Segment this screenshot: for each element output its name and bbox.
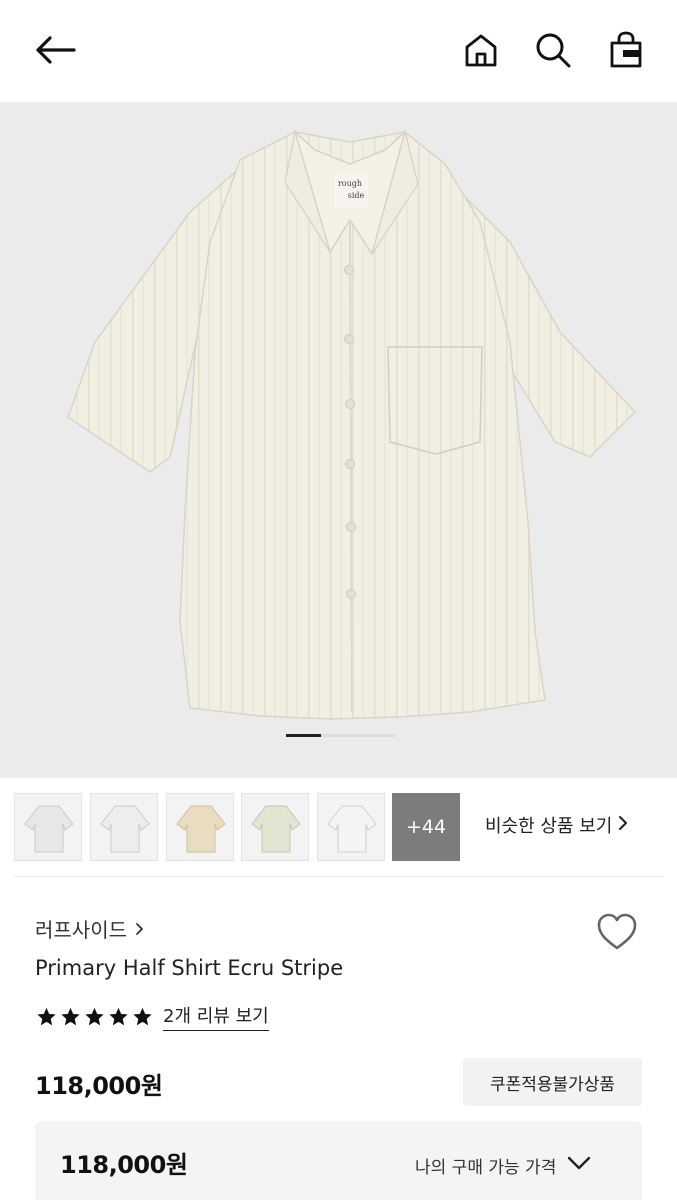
shirt-thumbnail xyxy=(176,805,226,853)
thumbnail-3[interactable] xyxy=(166,793,234,861)
my-price-toggle[interactable]: 나의 구매 가능 가격 xyxy=(415,1153,592,1178)
carousel-indicator-active xyxy=(286,734,321,737)
product-title: Primary Half Shirt Ecru Stripe xyxy=(35,956,344,980)
brand-name: 러프사이드 xyxy=(35,918,127,942)
my-price-label: 나의 구매 가능 가격 xyxy=(415,1158,557,1178)
brand-tag-label: side xyxy=(348,191,365,200)
wishlist-button[interactable] xyxy=(594,910,640,956)
shirt-thumbnail xyxy=(251,805,301,853)
more-images-button[interactable]: +44 xyxy=(392,793,460,861)
purchase-price: 118,000원 xyxy=(60,1151,188,1179)
more-images-count: +44 xyxy=(405,816,447,838)
star-icon xyxy=(61,1007,80,1025)
carousel-indicator xyxy=(286,734,396,737)
reviews-link[interactable]: 2개 리뷰 보기 xyxy=(163,1002,269,1031)
coupon-status-badge: 쿠폰적용불가상품 xyxy=(463,1058,642,1106)
similar-products-link[interactable]: 비슷한 상품 보기 xyxy=(485,812,628,838)
similar-products-label: 비슷한 상품 보기 xyxy=(485,816,613,837)
shirt-photo: rough side xyxy=(67,129,637,720)
thumbnail-4[interactable] xyxy=(241,793,309,861)
brand-link[interactable]: 러프사이드 xyxy=(35,914,144,943)
top-header xyxy=(0,0,677,102)
product-image-carousel[interactable]: rough side xyxy=(0,102,677,778)
shirt-thumbnail xyxy=(100,805,150,853)
cart-button[interactable] xyxy=(604,28,648,72)
back-button[interactable] xyxy=(33,28,77,72)
thumbnail-1[interactable] xyxy=(14,793,82,861)
home-icon xyxy=(463,32,499,68)
heart-icon xyxy=(594,913,640,960)
search-icon xyxy=(534,31,572,69)
thumbnail-2[interactable] xyxy=(90,793,158,861)
brand-tag-label: rough xyxy=(338,179,362,188)
rating-row: 2개 리뷰 보기 xyxy=(35,1002,269,1031)
arrow-left-icon xyxy=(34,35,76,65)
star-icon xyxy=(109,1007,128,1025)
home-button[interactable] xyxy=(459,28,503,72)
shopping-bag-icon xyxy=(608,31,644,69)
rating-stars xyxy=(35,1006,154,1028)
shirt-thumbnail xyxy=(327,805,377,853)
section-divider xyxy=(14,876,663,877)
thumbnail-5[interactable] xyxy=(317,793,385,861)
purchase-price-panel[interactable]: 118,000원 나의 구매 가능 가격 xyxy=(35,1121,642,1200)
star-icon xyxy=(133,1007,152,1025)
product-price: 118,000원 xyxy=(35,1072,163,1100)
shirt-thumbnail xyxy=(24,805,74,853)
chevron-right-icon xyxy=(135,917,144,941)
star-icon xyxy=(37,1007,56,1025)
search-button[interactable] xyxy=(531,28,575,72)
chevron-down-icon xyxy=(566,1155,592,1176)
chevron-right-icon xyxy=(618,815,628,836)
star-icon xyxy=(85,1007,104,1025)
